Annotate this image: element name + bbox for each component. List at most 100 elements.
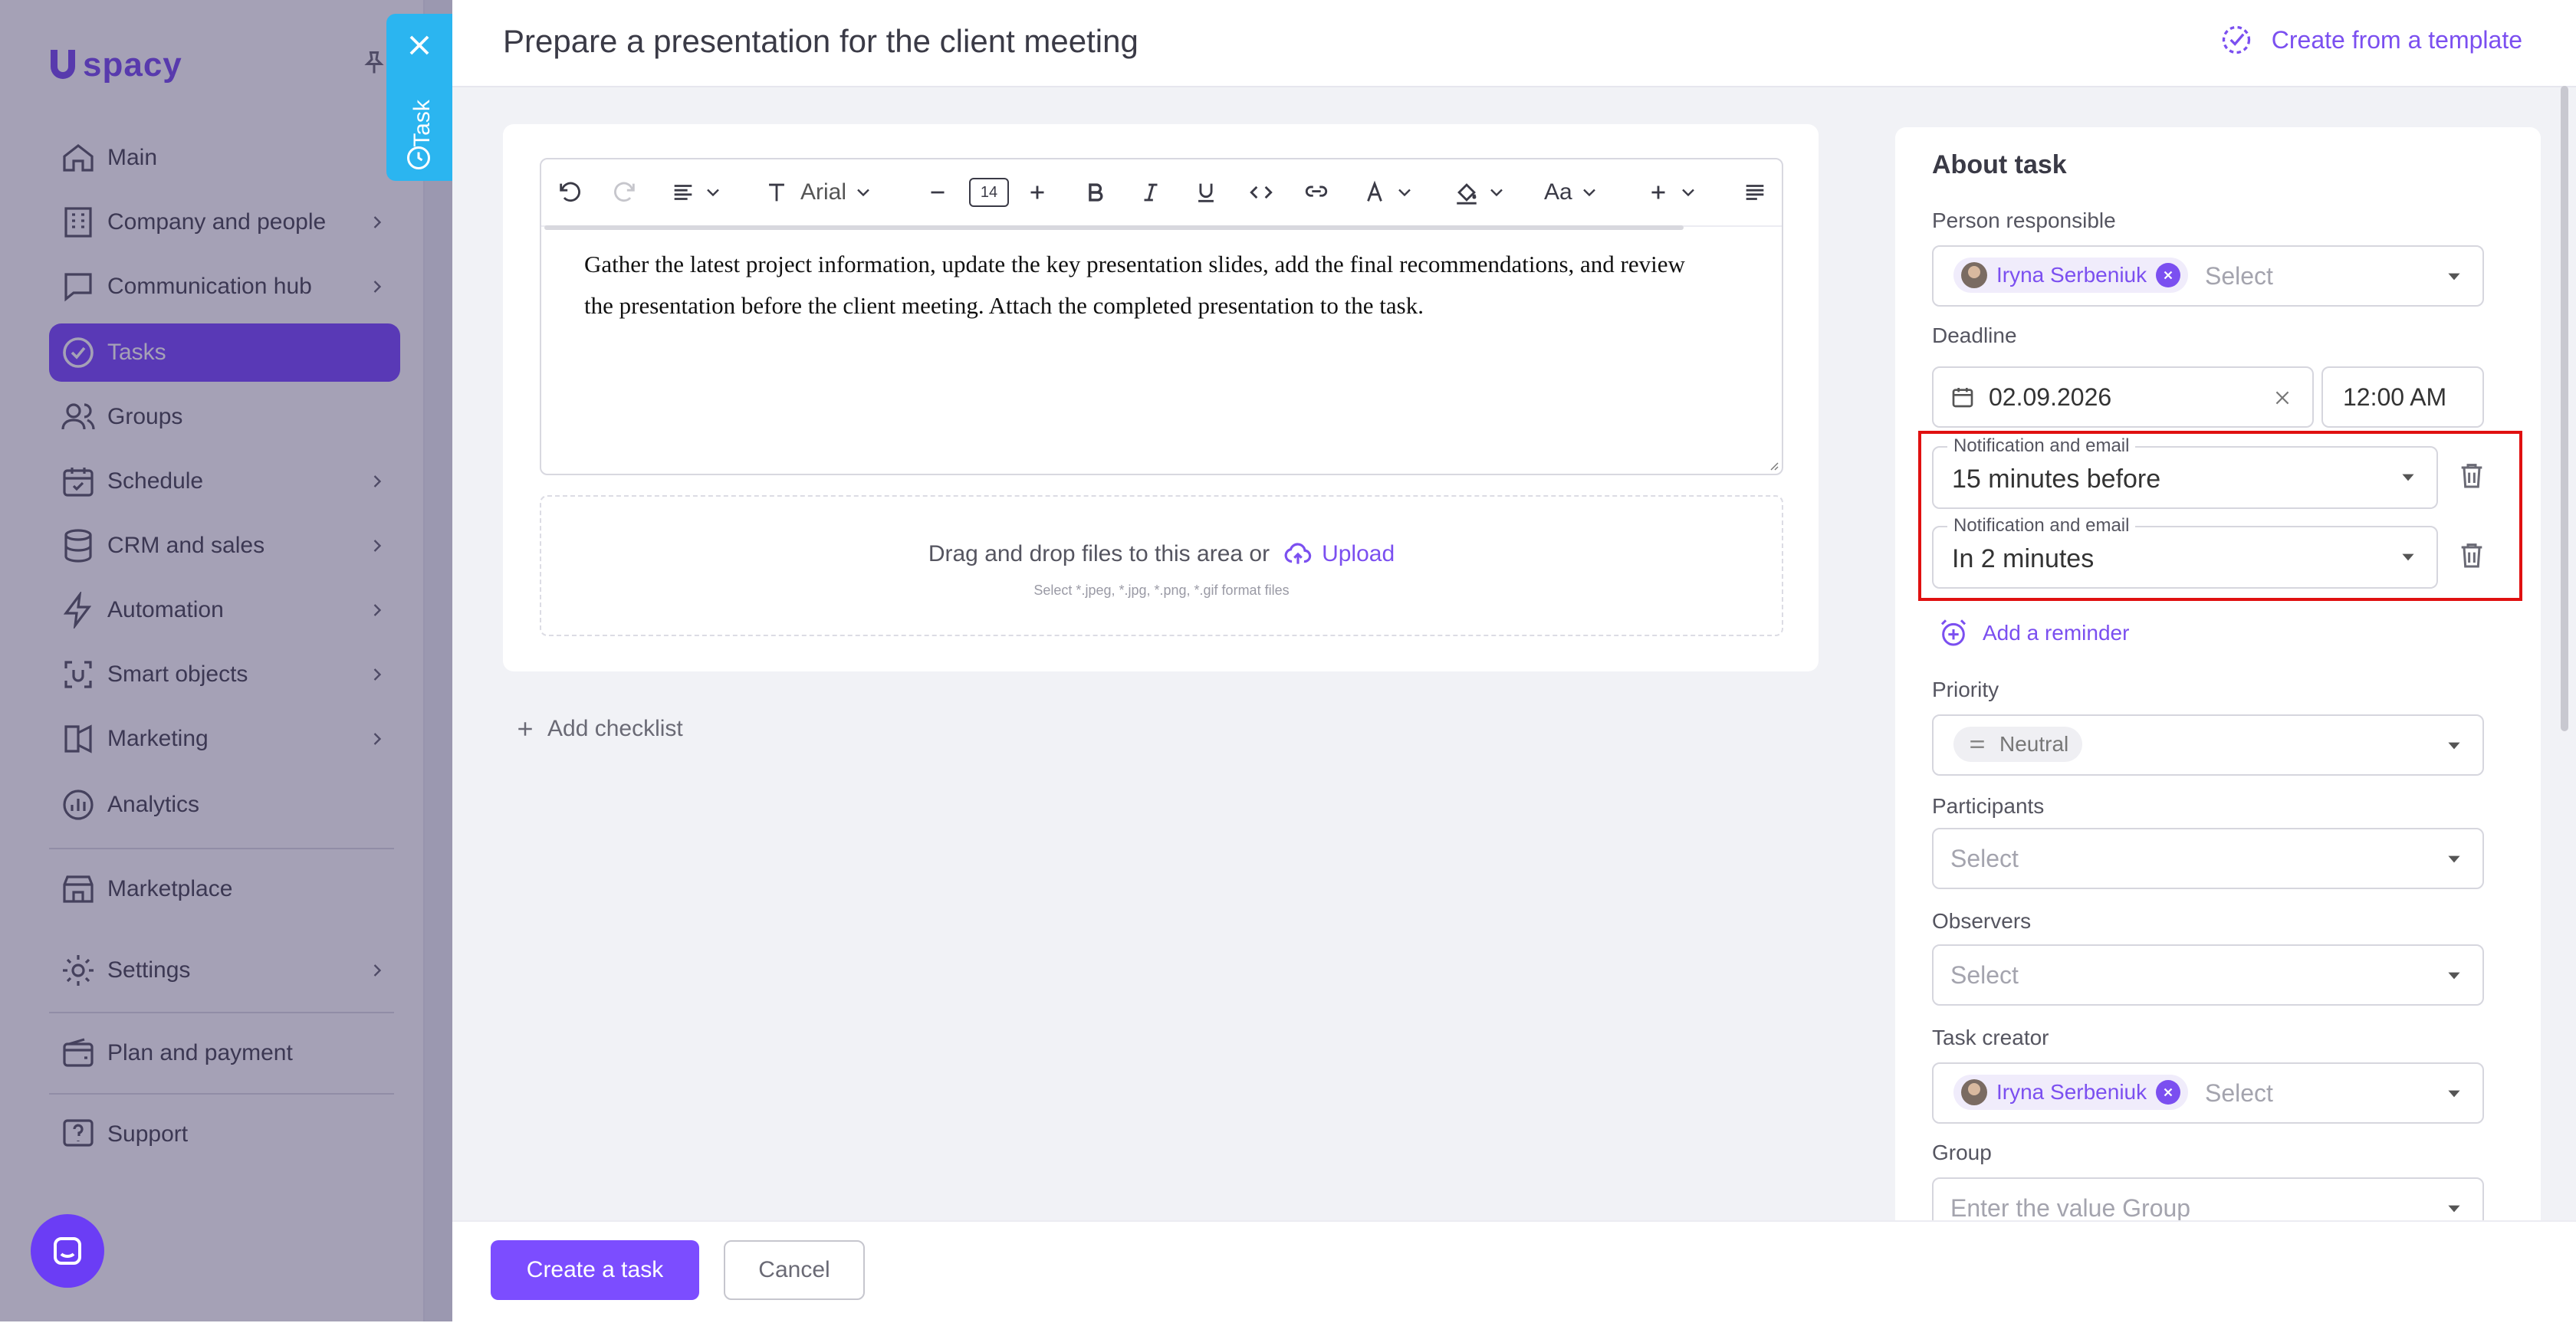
plus-icon (518, 722, 532, 736)
deadline-label: Deadline (1932, 323, 2017, 347)
underline-button[interactable] (1193, 175, 1219, 210)
description-card: Arial 14 Aa Gather the latest project in… (503, 124, 1819, 671)
bold-button[interactable] (1083, 175, 1109, 210)
caret-down-icon (2448, 972, 2460, 980)
timer-icon (407, 146, 430, 169)
caret-down-icon (2448, 855, 2460, 863)
create-from-template-label: Create from a template (2271, 25, 2522, 54)
bold-icon (1089, 183, 1103, 202)
about-task-card: About task Person responsible Iryna Serb… (1895, 127, 2541, 1323)
chevron-down-icon (1490, 189, 1503, 197)
decrease-font-size-button[interactable] (925, 175, 951, 210)
deadline-time-input[interactable]: 12:00 AM (2321, 366, 2484, 428)
deadline-date-value: 02.09.2026 (1989, 383, 2112, 411)
chevron-down-icon (1682, 189, 1694, 197)
code-icon (1250, 185, 1273, 199)
participants-select[interactable]: Select (1932, 828, 2484, 889)
chat-launcher-button[interactable] (31, 1214, 104, 1288)
chevron-down-icon (1398, 189, 1411, 197)
highlight-color-dropdown[interactable] (1454, 175, 1507, 210)
text-case-dropdown[interactable]: Aa (1544, 175, 1600, 210)
task-creator-label: Task creator (1932, 1026, 2049, 1049)
insert-dropdown[interactable] (1645, 175, 1699, 210)
task-creator-select[interactable]: Iryna Serbeniuk Select (1932, 1062, 2484, 1124)
create-from-template-button[interactable]: Create from a template (2220, 23, 2522, 57)
select-placeholder: Select (1950, 961, 2019, 989)
add-reminder-label: Add a reminder (1983, 621, 2130, 645)
user-chip: Iryna Serbeniuk (1953, 1075, 2189, 1110)
remove-user-button[interactable] (2156, 263, 2181, 287)
user-chip-name: Iryna Serbeniuk (1996, 1080, 2147, 1104)
undo-button[interactable] (557, 175, 583, 210)
increase-font-size-button[interactable] (1024, 175, 1050, 210)
caret-down-icon (2448, 1090, 2460, 1098)
person-responsible-label: Person responsible (1932, 208, 2116, 232)
select-placeholder: Enter the value Group (1950, 1194, 2191, 1222)
select-placeholder: Select (2205, 1079, 2273, 1107)
upload-button[interactable]: Upload (1283, 540, 1395, 569)
align-left-icon (674, 185, 692, 200)
font-size-input[interactable]: 14 (969, 175, 1009, 210)
align-justify-icon (1746, 185, 1764, 200)
rich-text-editor[interactable]: Arial 14 Aa Gather the latest project in… (540, 158, 1783, 475)
person-responsible-select[interactable]: Iryna Serbeniuk Select (1932, 245, 2484, 307)
panel-footer: Create a task Cancel (452, 1220, 2576, 1323)
user-chip-name: Iryna Serbeniuk (1996, 263, 2147, 287)
cancel-button[interactable]: Cancel (724, 1240, 865, 1300)
dropzone-text: Drag and drop files to this area or (928, 541, 1270, 566)
remove-user-button[interactable] (2156, 1080, 2181, 1105)
text-color-icon (1367, 180, 1382, 202)
close-icon (2164, 1088, 2173, 1097)
panel-scrollbar[interactable] (2561, 86, 2568, 731)
priority-select[interactable]: Neutral (1932, 714, 2484, 776)
font-family-value: Arial (800, 179, 847, 205)
chat-icon (54, 1237, 81, 1265)
undo-icon (560, 182, 580, 202)
text-color-dropdown[interactable] (1362, 175, 1415, 210)
close-icon[interactable] (405, 31, 434, 60)
link-icon (1305, 185, 1328, 197)
chevron-down-icon (1582, 189, 1595, 197)
about-task-title: About task (1932, 150, 2067, 179)
link-button[interactable] (1303, 175, 1329, 210)
align-dropdown[interactable] (670, 175, 724, 210)
code-button[interactable] (1248, 175, 1274, 210)
italic-button[interactable] (1138, 175, 1164, 210)
task-title[interactable]: Prepare a presentation for the client me… (503, 23, 1138, 60)
alarm-add-icon (1940, 619, 1967, 646)
reminders-highlight-frame (1918, 431, 2522, 601)
observers-label: Observers (1932, 909, 2032, 933)
template-check-icon (2222, 25, 2250, 54)
add-checklist-button[interactable]: Add checklist (514, 716, 683, 742)
chevron-down-icon (857, 189, 869, 197)
caret-down-icon (2448, 273, 2460, 281)
text-type-icon (769, 183, 784, 202)
description-text[interactable]: Gather the latest project information, u… (584, 244, 1719, 327)
avatar (1961, 1079, 1987, 1105)
add-reminder-button[interactable]: Add a reminder (1938, 618, 2129, 648)
paragraph-align-button[interactable] (1742, 175, 1768, 210)
file-dropzone[interactable]: Drag and drop files to this area or Uplo… (540, 495, 1783, 636)
deadline-time-value: 12:00 AM (2343, 383, 2447, 411)
close-icon (2164, 271, 2173, 280)
task-side-tab[interactable]: Task (386, 14, 452, 181)
upload-cloud-icon (1284, 543, 1312, 564)
underline-icon (1198, 183, 1214, 202)
toolbar-scrollbar[interactable] (544, 225, 1684, 230)
observers-select[interactable]: Select (1932, 944, 2484, 1006)
user-chip: Iryna Serbeniuk (1953, 258, 2189, 293)
font-family-dropdown[interactable]: Arial (764, 175, 874, 210)
create-task-button[interactable]: Create a task (491, 1240, 699, 1300)
select-placeholder: Select (1950, 845, 2019, 872)
resize-handle-icon[interactable] (1766, 458, 1779, 471)
clear-icon[interactable] (2272, 388, 2292, 408)
equals-icon (1970, 740, 1984, 748)
add-checklist-label: Add checklist (547, 716, 683, 741)
dropzone-hint: Select *.jpeg, *.jpg, *.png, *.gif forma… (1033, 583, 1290, 598)
deadline-date-input[interactable]: 02.09.2026 (1932, 366, 2314, 428)
dropzone-line: Drag and drop files to this area or Uplo… (541, 540, 1782, 569)
redo-button[interactable] (612, 175, 638, 210)
italic-icon (1144, 183, 1158, 202)
minus-icon (931, 191, 945, 194)
font-size-value: 14 (969, 178, 1009, 207)
